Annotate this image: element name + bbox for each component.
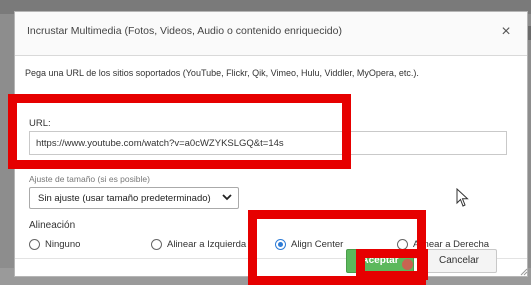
url-label: URL: — [29, 118, 51, 129]
embed-media-dialog: Incrustar Multimedia (Fotos, Videos, Aud… — [14, 11, 528, 277]
radio-align-left[interactable]: Alinear a Izquierda — [151, 237, 246, 251]
radio-button[interactable] — [397, 238, 408, 250]
radio-label: Alinear a Derecha — [413, 238, 490, 250]
radio-label: Alinear a Izquierda — [167, 238, 247, 250]
radio-label: Align Center — [291, 238, 344, 250]
dialog-description: Pega una URL de los sitios soportados (Y… — [25, 68, 419, 78]
close-icon[interactable]: × — [497, 23, 515, 41]
click-indicator — [402, 259, 413, 270]
size-label: Ajuste de tamaño (si es posible) — [29, 174, 150, 184]
cancel-button[interactable]: Cancelar — [421, 249, 497, 273]
radio-button[interactable] — [151, 238, 162, 250]
mouse-pointer-icon — [456, 188, 469, 207]
radio-align-center[interactable]: Align Center — [275, 237, 343, 251]
radio-button[interactable] — [29, 238, 40, 250]
size-select[interactable]: Sin ajuste (usar tamaño predeterminado) — [29, 187, 239, 209]
size-select-value: Sin ajuste (usar tamaño predeterminado) — [38, 193, 211, 204]
chevron-down-icon — [222, 194, 232, 201]
alignment-label: Alineación — [29, 220, 76, 231]
dialog-title: Incrustar Multimedia (Fotos, Videos, Aud… — [27, 25, 342, 37]
dialog-titlebar: Incrustar Multimedia (Fotos, Videos, Aud… — [15, 12, 527, 56]
url-input[interactable] — [29, 131, 507, 155]
radio-button-checked[interactable] — [275, 238, 286, 250]
radio-align-none[interactable]: Ninguno — [29, 237, 80, 251]
resize-grip-icon[interactable] — [520, 268, 528, 276]
radio-label: Ninguno — [45, 238, 81, 250]
